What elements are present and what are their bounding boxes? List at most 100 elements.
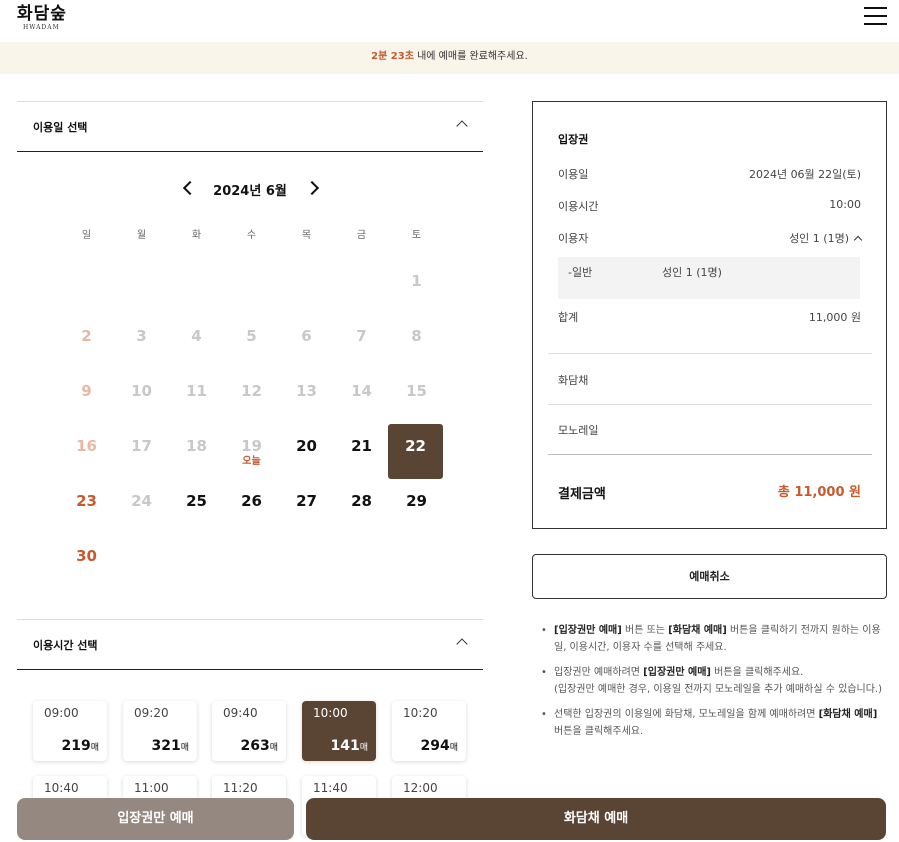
slot-count-wrap: 141매 <box>330 738 368 754</box>
calendar-day[interactable]: 30 <box>59 534 114 589</box>
slot-time: 10:40 <box>44 781 79 795</box>
slot-count: 219 <box>61 738 91 754</box>
cancel-reservation-button[interactable]: 예매취소 <box>532 554 887 599</box>
summary-title: 입장권 <box>558 133 589 146</box>
date-section-header[interactable]: 이용일 선택 <box>17 101 483 152</box>
time-slot[interactable]: 09:00 219매 <box>33 701 107 761</box>
slot-time: 10:00 <box>313 706 348 720</box>
calendar-day: 5 <box>246 327 257 345</box>
slot-count: 263 <box>240 738 270 754</box>
slot-count: 294 <box>420 738 450 754</box>
chevron-up-icon[interactable] <box>853 235 863 245</box>
divider <box>548 454 872 455</box>
calendar-day: 11 <box>186 382 207 400</box>
calendar-day: 14 <box>351 382 372 400</box>
divider <box>548 353 872 354</box>
divider <box>548 404 872 405</box>
slot-time: 09:00 <box>44 706 79 720</box>
calendar-day-selected[interactable]: 22 <box>388 424 443 479</box>
note-item: [입장권만 예매] 버튼 또는 [화담채 예매] 버튼을 클릭하기 전까지 원하… <box>541 622 884 656</box>
time-slot[interactable]: 10:20 294매 <box>392 701 466 761</box>
chevron-up-icon[interactable] <box>456 120 468 132</box>
calendar-day-today: 19 오늘 <box>224 424 279 479</box>
month-navigation: 2024년 6월 <box>17 178 483 200</box>
slot-unit: 매 <box>449 743 458 753</box>
menu-icon[interactable] <box>864 7 887 27</box>
time-slot[interactable]: 09:20 321매 <box>123 701 197 761</box>
calendar-day[interactable]: 27 <box>279 479 334 534</box>
calendar-day: 10 <box>131 382 152 400</box>
calendar-day: 8 <box>411 327 422 345</box>
note-emphasis: [화담채 예매] <box>668 625 727 636</box>
teahouse-reservation-button[interactable]: 화담채 예매 <box>306 798 886 840</box>
calendar-day: 3 <box>136 327 147 345</box>
logo[interactable]: 화담숲 HWADAM <box>17 4 67 32</box>
user-detail-box: -일반 성인 1 (1명) <box>558 257 860 299</box>
timer-bar: 2분 23초 내에 예매를 완료해주세요. <box>0 42 899 74</box>
calendar-day: 15 <box>406 382 427 400</box>
calendar-day[interactable]: 23 <box>59 479 114 534</box>
calendar-day: 1 <box>411 272 422 290</box>
teahouse-label: 화담채 <box>558 374 589 387</box>
user-value: 성인 1 (1명) <box>789 232 849 245</box>
timer-countdown: 2분 23초 <box>371 51 414 62</box>
user-label: 이용자 <box>558 232 589 245</box>
monorail-label: 모노레일 <box>558 424 599 437</box>
note-emphasis: [화담채 예매] <box>818 709 878 720</box>
date-value: 2024년 06월 22일(토) <box>748 168 861 181</box>
ticket-only-button[interactable]: 입장권만 예매 <box>17 798 294 840</box>
calendar-day[interactable]: 28 <box>334 479 389 534</box>
calendar-day: 4 <box>191 327 202 345</box>
timer-message: 내에 예매를 완료해주세요. <box>413 51 528 62</box>
user-toggle[interactable]: 성인 1 (1명) <box>789 230 863 246</box>
note-item: 입장권만 예매하려면 [입장권만 예매] 버튼을 클릭해주세요. (입장권만 예매… <box>541 664 884 698</box>
calendar-day: 13 <box>296 382 317 400</box>
slot-time: 11:00 <box>134 781 169 795</box>
slot-count-wrap: 294매 <box>420 738 458 754</box>
calendar-day: 7 <box>356 327 367 345</box>
calendar-day: 17 <box>131 437 152 455</box>
slot-count: 321 <box>151 738 181 754</box>
date-section-title: 이용일 선택 <box>33 121 88 134</box>
note-emphasis: [입장권만 예매] <box>643 667 711 678</box>
time-label: 이용시간 <box>558 200 599 213</box>
slot-unit: 매 <box>180 743 189 753</box>
time-slot[interactable]: 09:40 263매 <box>212 701 286 761</box>
time-section-title: 이용시간 선택 <box>33 639 98 652</box>
slot-unit: 매 <box>269 743 278 753</box>
time-section-header[interactable]: 이용시간 선택 <box>17 619 483 670</box>
note-item: 선택한 입장권의 이용일에 화담채, 모노레일을 함께 예매하려면 [화담채 예… <box>541 706 884 740</box>
weekday-tue: 화 <box>191 230 202 241</box>
slot-time: 11:40 <box>313 781 348 795</box>
payment-value: 총 11,000 원 <box>777 485 861 500</box>
calendar-day[interactable]: 26 <box>224 479 279 534</box>
calendar-day[interactable]: 21 <box>334 424 389 479</box>
time-value: 10:00 <box>829 198 861 211</box>
slot-time: 11:20 <box>223 781 258 795</box>
note-text: (입장권만 예매한 경우, 이용일 전까지 모노레일을 추가 예매하실 수 있습… <box>554 684 882 695</box>
slot-count: 141 <box>330 738 360 754</box>
subtotal-value: 11,000 원 <box>808 311 861 324</box>
notes-list: [입장권만 예매] 버튼 또는 [화담채 예매] 버튼을 클릭하기 전까지 원하… <box>541 622 884 748</box>
slot-time: 12:00 <box>403 781 438 795</box>
slot-count-wrap: 263매 <box>240 738 278 754</box>
calendar-day[interactable]: 29 <box>389 479 444 534</box>
calendar-day: 12 <box>241 382 262 400</box>
calendar-day[interactable]: 20 <box>279 424 334 479</box>
note-text: 버튼을 클릭해주세요. <box>711 667 804 678</box>
slot-time: 09:20 <box>134 706 169 720</box>
payment-label: 결제금액 <box>558 487 606 502</box>
note-emphasis: [입장권만 예매] <box>554 625 622 636</box>
slot-count-wrap: 321매 <box>151 738 189 754</box>
weekday-fri: 금 <box>356 230 367 241</box>
date-label: 이용일 <box>558 168 589 181</box>
note-text: 버튼 또는 <box>621 625 669 636</box>
time-slot-selected[interactable]: 10:00 141매 <box>302 701 376 761</box>
weekday-sun: 일 <box>81 230 92 241</box>
slot-time: 09:40 <box>223 706 258 720</box>
slot-time: 10:20 <box>403 706 438 720</box>
slot-unit: 매 <box>359 743 368 753</box>
calendar-day[interactable]: 25 <box>169 479 224 534</box>
chevron-up-icon[interactable] <box>456 638 468 650</box>
slot-count-wrap: 219매 <box>61 738 99 754</box>
